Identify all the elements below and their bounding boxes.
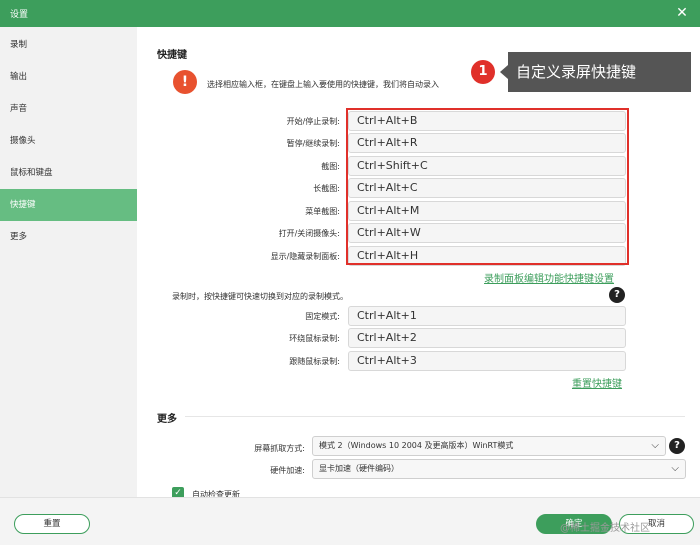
- section-title-more: 更多: [157, 414, 177, 425]
- sidebar-item-camera[interactable]: 摄像头: [0, 125, 137, 157]
- callout-label: 自定义录屏快捷键: [508, 52, 691, 92]
- section-divider: [185, 416, 685, 417]
- capture-mode-label: 屏幕抓取方式:: [254, 444, 305, 453]
- hotkey-label-menu-screenshot: 菜单截图:: [305, 207, 340, 216]
- sidebar-item-mouse-keyboard[interactable]: 鼠标和键盘: [0, 157, 137, 189]
- help-icon[interactable]: ?: [609, 287, 625, 303]
- sidebar-item-record[interactable]: 录制: [0, 29, 137, 61]
- reset-button[interactable]: 重置: [14, 514, 90, 534]
- capture-help-icon[interactable]: ?: [669, 438, 685, 454]
- watermark-text: @稀土掘金技术社区: [560, 523, 650, 534]
- mode-label-follow-mouse: 跟随鼠标录制:: [289, 357, 340, 366]
- sidebar-item-audio[interactable]: 声音: [0, 93, 137, 125]
- hw-accel-label: 硬件加速:: [270, 466, 305, 475]
- section-title-hotkeys: 快捷键: [157, 50, 187, 61]
- hw-accel-value: 显卡加速（硬件编码）: [319, 464, 399, 473]
- panel-hotkey-settings-link[interactable]: 录制面板编辑功能快捷键设置: [484, 270, 614, 285]
- callout-arrow: [500, 65, 508, 79]
- sidebar: 录制 输出 声音 摄像头 鼠标和键盘 快捷键 更多: [0, 27, 137, 497]
- capture-mode-value: 模式 2（Windows 10 2004 及更高版本）WinRT模式: [319, 441, 514, 450]
- warning-icon: !: [173, 70, 197, 94]
- reset-hotkeys-link[interactable]: 重置快捷键: [572, 375, 622, 390]
- mode-input-around-mouse[interactable]: Ctrl+Alt+2: [348, 328, 626, 348]
- highlight-box: [346, 108, 629, 265]
- mode-label-around-mouse: 环绕鼠标录制:: [289, 334, 340, 343]
- capture-mode-select[interactable]: 模式 2（Windows 10 2004 及更高版本）WinRT模式 ⌵: [312, 436, 666, 456]
- hotkey-label-long-screenshot: 长截图:: [313, 184, 340, 193]
- hotkey-label-camera: 打开/关闭摄像头:: [278, 229, 340, 238]
- hotkey-label-pause-resume: 暂停/继续录制:: [286, 139, 340, 148]
- hw-accel-select[interactable]: 显卡加速（硬件编码） ⌵: [312, 459, 686, 479]
- close-icon[interactable]: ✕: [672, 3, 692, 23]
- hotkey-hint: 选择相应输入框，在键盘上输入要使用的快捷键，我们将自动录入: [207, 80, 439, 89]
- mode-hint: 录制时，按快捷键可快速切换到对应的录制模式。: [172, 292, 348, 301]
- sidebar-item-hotkeys[interactable]: 快捷键: [0, 189, 137, 221]
- hotkey-label-screenshot: 截图:: [321, 162, 340, 171]
- sidebar-item-output[interactable]: 输出: [0, 61, 137, 93]
- hotkey-label-start-stop: 开始/停止录制:: [286, 117, 340, 126]
- window-title: 设置: [10, 10, 29, 20]
- sidebar-item-more[interactable]: 更多: [0, 221, 137, 253]
- callout-number-badge: 1: [471, 60, 495, 84]
- chevron-down-icon: ⌵: [671, 463, 679, 474]
- hotkey-label-panel: 显示/隐藏录制面板:: [270, 252, 340, 261]
- mode-input-fixed[interactable]: Ctrl+Alt+1: [348, 306, 626, 326]
- mode-input-follow-mouse[interactable]: Ctrl+Alt+3: [348, 351, 626, 371]
- mode-label-fixed: 固定模式:: [305, 312, 340, 321]
- chevron-down-icon: ⌵: [651, 440, 659, 451]
- title-bar: 设置 ✕: [0, 0, 700, 27]
